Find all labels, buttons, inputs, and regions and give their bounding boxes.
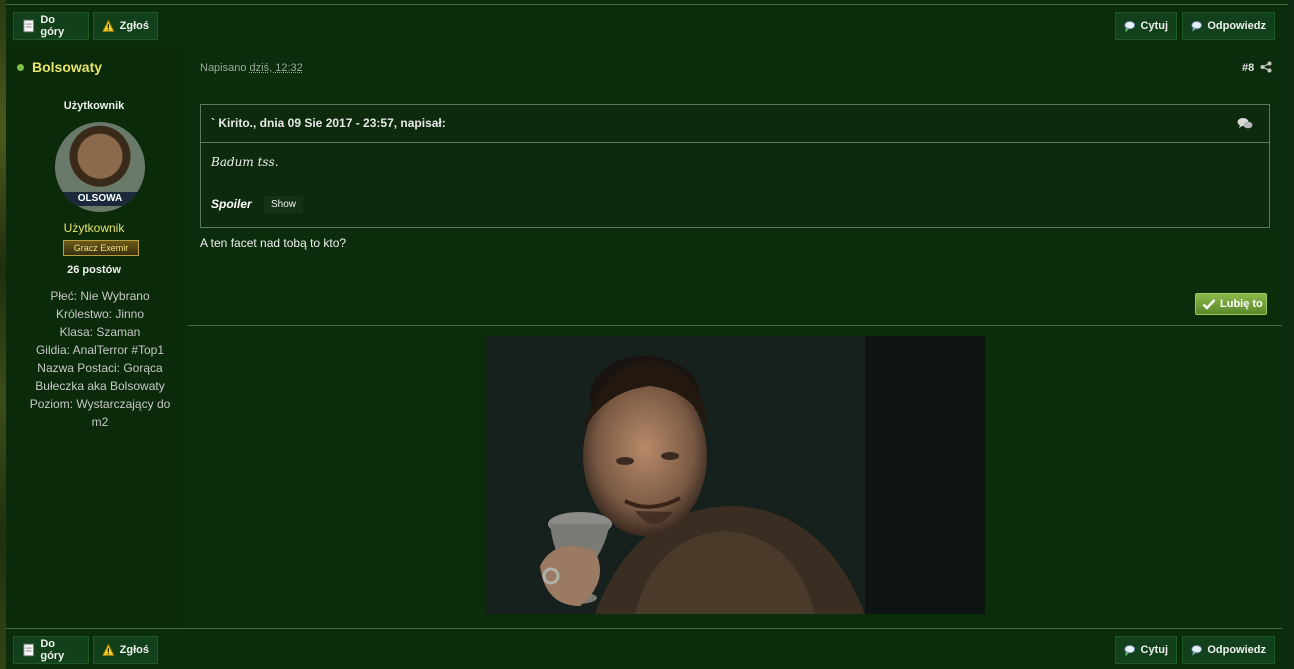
check-icon [1202, 299, 1216, 310]
chat-bubble-icon [1191, 645, 1202, 656]
post-number[interactable]: #8 [1242, 62, 1254, 74]
author-group: Użytkownik [63, 221, 125, 235]
spoiler-label: Spoiler [211, 197, 252, 211]
info-line: Nazwa Postaci: Gorąca [37, 361, 163, 375]
info-line: Płeć: Nie Wybrano [50, 289, 150, 303]
warning-icon [102, 19, 115, 32]
post-count: 26 postów [67, 264, 121, 276]
post-timestamp[interactable]: dziś, 12:32 [250, 62, 303, 74]
top-divider [6, 4, 1288, 5]
author-name[interactable]: Bolsowaty [32, 59, 102, 75]
top-button-label: Do góry [40, 638, 65, 662]
share-icon[interactable] [1260, 61, 1272, 73]
avatar[interactable]: OLSOWA [55, 122, 145, 212]
bottom-divider [6, 628, 1282, 629]
reply-button-label: Odpowiedz [1207, 644, 1266, 656]
warning-icon [102, 643, 115, 656]
like-button[interactable]: Lubię to [1195, 293, 1267, 315]
page-icon [23, 19, 34, 33]
quote-header: ` Kirito., dnia 09 Sie 2017 - 23:57, nap… [201, 105, 1269, 143]
like-button-label: Lubię to [1220, 298, 1263, 310]
post-meta: Napisano dziś, 12:32 [200, 62, 303, 74]
info-line: Królestwo: Jinno [55, 307, 145, 321]
report-button-label: Zgłoś [119, 644, 149, 656]
speech-bubble-icon [1124, 645, 1136, 656]
report-button-label: Zgłoś [119, 20, 149, 32]
speech-bubble-icon [1124, 21, 1136, 32]
page-icon [23, 643, 34, 657]
meta-prefix: Napisano [200, 62, 247, 74]
quote-button-label: Cytuj [1140, 644, 1169, 656]
online-status-icon [17, 64, 24, 71]
author-title: Użytkownik [63, 100, 125, 112]
report-button[interactable]: Zgłoś [93, 12, 158, 40]
post-text: A ten facet nad tobą to kto? [200, 236, 347, 250]
quote-button[interactable]: Cytuj [1115, 12, 1177, 40]
quote-button-bottom[interactable]: Cytuj [1115, 636, 1177, 664]
spoiler-show-button[interactable]: Show [264, 196, 304, 213]
quote-button-label: Cytuj [1140, 20, 1169, 32]
right-decoration [1288, 0, 1294, 669]
post-image[interactable] [485, 336, 985, 614]
top-button-label: Do góry [40, 14, 65, 38]
avatar-caption: OLSOWA [55, 192, 145, 206]
rank-badge: Gracz Exemir [63, 240, 139, 256]
reply-button[interactable]: Odpowiedz [1182, 12, 1275, 40]
info-line: Klasa: Szaman [59, 325, 141, 339]
report-button-bottom[interactable]: Zgłoś [93, 636, 158, 664]
reply-button-label: Odpowiedz [1207, 20, 1266, 32]
top-button-bottom[interactable]: Do góry [13, 636, 89, 664]
author-info: Płeć: Nie Wybrano Królestwo: Jinno Klasa… [25, 287, 175, 431]
man-with-goblet-image [485, 336, 985, 614]
reply-button-bottom[interactable]: Odpowiedz [1182, 636, 1275, 664]
quote-text: Badum tss. [211, 155, 279, 169]
info-line: Poziom: Wystarczający do [29, 397, 171, 411]
post-divider [188, 325, 1282, 326]
comments-icon[interactable] [1237, 117, 1253, 131]
info-line: Bułeczka aka Bolsowaty [35, 379, 165, 393]
info-line: Gildia: AnalTerror #Top1 [35, 343, 165, 357]
top-button[interactable]: Do góry [13, 12, 89, 40]
quote-block: ` Kirito., dnia 09 Sie 2017 - 23:57, nap… [200, 104, 1270, 228]
info-line: m2 [91, 415, 109, 429]
chat-bubble-icon [1191, 21, 1202, 32]
